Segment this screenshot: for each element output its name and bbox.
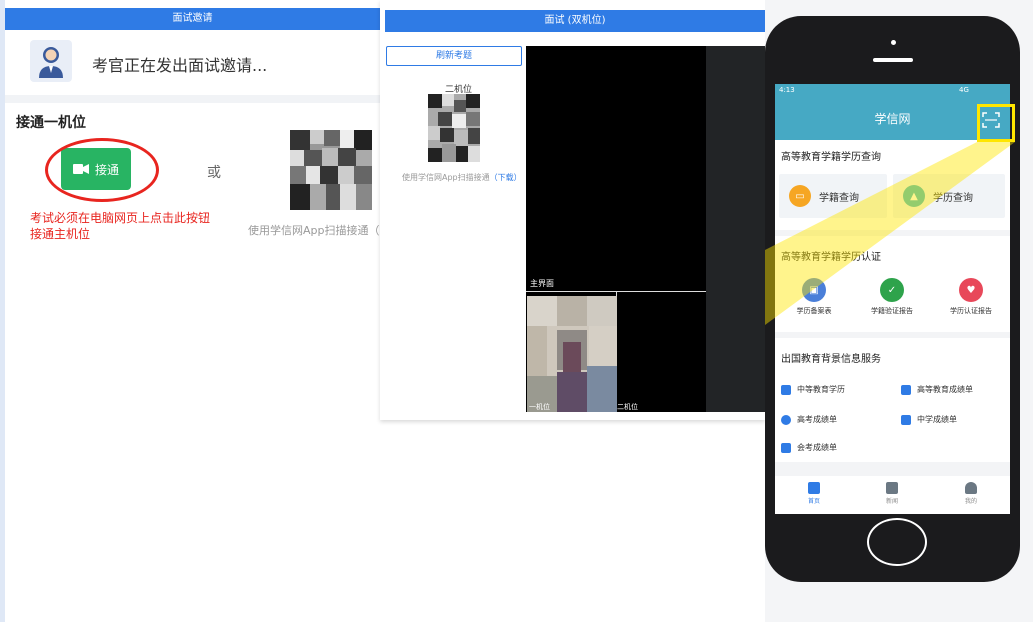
item-renzheng-label: 学历认证报告 [950,307,992,315]
btn-xueji-label: 学籍查询 [819,192,859,204]
section-title: 接通一机位 [16,115,86,131]
tab-news-label: 新闻 [885,498,898,505]
note-line-1: 考试必须在电脑网页上点击此按钮 [30,211,211,225]
section3-title: 出国教育背景信息服务 [781,354,881,365]
bar-chart-icon [901,414,911,425]
section-overseas: 出国教育背景信息服务 中等教育学历 高等教育成绩单 高考成绩单 中学成绩单 会考… [775,338,1010,462]
tab-home-label: 首页 [807,498,820,505]
svc5-label: 会考成绩单 [797,443,837,452]
middle-school-transcript-item[interactable]: 中学成绩单 [901,414,957,425]
main-screen-label: 主界面 [530,279,554,288]
left-edge [0,0,5,622]
app-header: 学信网 [775,98,1010,140]
red-instruction-note: 考试必须在电脑网页上点击此按钮 接通主机位 [30,210,240,242]
section-certification: 高等教育学籍学历认证 ▣ 学历备案表 ✓ 学籍验证报告 ♥ 学历认证报告 [775,236,1010,332]
front-camera-icon [891,40,896,45]
second-camera-scan-text: 使用学信网App扫描接通（下载） [402,172,522,183]
download-link[interactable]: （下载） [490,173,522,182]
scan-highlight-box [977,104,1015,142]
status-network: 4G [959,86,969,94]
panel1-title-bar: 面试邀请 [5,8,380,30]
status-bar: 4:13 4G [775,84,1010,98]
phone-screen: 4:13 4G 学信网 高等教育学籍学历查询 ▭ 学籍查询 ▲ 学历查询 高等教… [775,84,1010,514]
tab-mine-label: 我的 [964,498,977,505]
graduation-cap-icon: ▲ [903,185,925,207]
item-beian-label: 学历备案表 [796,307,832,315]
qr-code-image [290,130,372,210]
bottom-tab-bar: 首页 新闻 我的 [775,476,1010,514]
record-form-item[interactable]: ▣ 学历备案表 [775,278,853,316]
degree-query-button[interactable]: ▲ 学历查询 [893,174,1005,218]
secondary-education-item[interactable]: 中等教育学历 [781,384,845,395]
home-icon [808,482,820,494]
interview-invite-panel: 面试邀请 考官正在发出面试邀请... 接通一机位 接通 或 考试必须在电脑网页上… [0,0,380,622]
gaokao-transcript-item[interactable]: 高考成绩单 [781,414,837,425]
degree-cert-report-item[interactable]: ♥ 学历认证报告 [932,278,1010,316]
red-highlight-circle [45,138,159,202]
second-camera-label: 二机位 [617,403,638,411]
shield-check-icon: ✓ [880,278,904,302]
second-camera-qr-code [428,94,480,162]
higher-education-transcript-item[interactable]: 高等教育成绩单 [901,384,973,395]
note-line-2: 接通主机位 [30,227,91,241]
tab-home[interactable]: 首页 [775,482,853,505]
main-video-area [526,46,706,292]
scan-text-label: 使用学信网App扫描接通 [402,173,490,182]
student-card-icon: ▭ [789,185,811,207]
refresh-questions-button[interactable]: 刷新考题 [386,46,522,66]
invite-message: 考官正在发出面试邀请... [92,56,268,75]
first-camera-label: 一机位 [529,403,550,411]
svc3-label: 高考成绩单 [797,415,837,424]
section2-title: 高等教育学籍学历认证 [781,252,881,263]
side-dark-strip [706,46,765,412]
tab-news[interactable]: 新闻 [853,482,931,505]
scan-instruction: 使用学信网App扫描接通（ [248,224,380,237]
examiner-avatar-icon [30,40,72,82]
building-icon [781,442,791,453]
student-status-query-button[interactable]: ▭ 学籍查询 [779,174,887,218]
user-icon [965,482,977,494]
or-text: 或 [207,165,221,181]
first-camera-feed-image [527,296,617,412]
section-divider [5,95,380,103]
status-time: 4:13 [779,86,795,94]
record-form-icon: ▣ [802,278,826,302]
svc2-label: 高等教育成绩单 [917,385,973,394]
app-title: 学信网 [874,112,911,126]
item-yanzheng-label: 学籍验证报告 [871,307,913,315]
certificate-icon: ♥ [959,278,983,302]
svc4-label: 中学成绩单 [917,415,957,424]
verification-report-item[interactable]: ✓ 学籍验证报告 [853,278,931,316]
svc1-label: 中等教育学历 [797,385,845,394]
panel2-title-bar: 面试 (双机位) [385,10,765,32]
book-icon [781,384,791,395]
dual-camera-panel: 面试 (双机位) 刷新考题 二机位 使用学信网App扫描接通（下载） 主界面 一… [380,0,765,420]
btn-xueli-label: 学历查询 [933,192,973,204]
section-query: 高等教育学籍学历查询 ▭ 学籍查询 ▲ 学历查询 [775,140,1010,230]
news-icon [886,482,898,494]
trophy-icon [781,414,791,425]
huikao-transcript-item[interactable]: 会考成绩单 [781,442,837,453]
home-button[interactable] [867,518,927,566]
tab-mine[interactable]: 我的 [932,482,1010,505]
section1-title: 高等教育学籍学历查询 [781,152,881,163]
speaker-grille [873,58,913,62]
card-icon [901,384,911,395]
